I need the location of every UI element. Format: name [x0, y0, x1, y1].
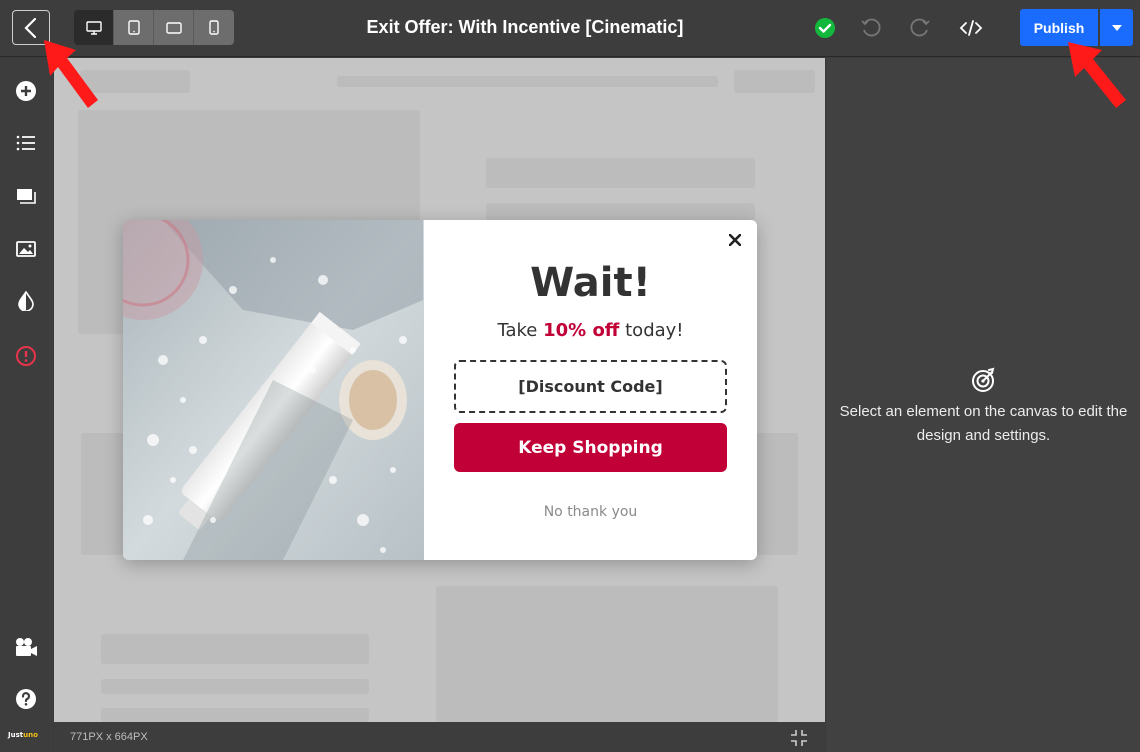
status-bar: 771PX x 664PX [54, 722, 825, 752]
offer-highlight: 10% off [543, 320, 620, 341]
desktop-icon [85, 20, 102, 35]
check-circle-icon [815, 18, 835, 38]
brand-logo: Justuno [8, 731, 38, 739]
tablet-landscape-icon [165, 21, 182, 34]
add-icon [16, 81, 36, 101]
code-button[interactable] [957, 14, 985, 42]
close-button[interactable] [725, 230, 745, 250]
collapse-button[interactable] [790, 729, 808, 747]
video-tutorial-button[interactable] [13, 634, 39, 660]
no-thanks-link[interactable]: No thank you [424, 504, 757, 520]
offer-prefix: Take [497, 320, 544, 341]
left-sidebar: Justuno [0, 58, 53, 752]
layers-icon [16, 135, 35, 151]
mobile-icon [209, 20, 219, 35]
target-icon [971, 367, 997, 393]
annotation-arrow-icon [1068, 42, 1126, 108]
collapse-icon [791, 730, 807, 746]
templates-icon [17, 189, 36, 204]
top-bar: Exit Offer: With Incentive [Cinematic] P… [0, 0, 1140, 57]
undo-button[interactable] [857, 14, 885, 42]
theme-button[interactable] [13, 288, 39, 314]
offer-suffix: today! [619, 320, 684, 341]
product-image[interactable] [123, 220, 424, 560]
saved-status-icon [811, 14, 839, 42]
tablet-landscape-view-button[interactable] [154, 10, 194, 45]
exit-offer-popup[interactable]: Wait! Take 10% off today! [Discount Code… [123, 220, 757, 560]
templates-button[interactable] [13, 183, 39, 209]
mobile-view-button[interactable] [194, 10, 234, 45]
alert-icon [16, 346, 36, 366]
keep-shopping-button[interactable]: Keep Shopping [454, 423, 727, 472]
code-icon [959, 20, 983, 36]
help-icon [16, 689, 36, 709]
close-icon [729, 234, 741, 246]
image-icon [16, 241, 36, 257]
popup-headline[interactable]: Wait! [424, 260, 757, 306]
popup-offer-text[interactable]: Take 10% off today! [424, 320, 757, 341]
settings-panel: Select an element on the canvas to edit … [826, 58, 1140, 752]
canvas-size-text: 771PX x 664PX [70, 731, 148, 743]
tablet-view-button[interactable] [114, 10, 154, 45]
page-title: Exit Offer: With Incentive [Cinematic] [366, 17, 684, 37]
empty-selection-message: Select an element on the canvas to edit … [839, 403, 1128, 444]
redo-icon [910, 18, 930, 37]
theme-icon [18, 291, 34, 311]
layers-button[interactable] [13, 130, 39, 156]
chevron-left-icon [24, 17, 37, 38]
product-photo-image [123, 220, 424, 560]
annotation-arrow-icon [44, 40, 98, 108]
target-icon-svg [972, 367, 995, 392]
undo-icon [861, 18, 881, 37]
popup-content: Wait! Take 10% off today! [Discount Code… [424, 220, 757, 560]
discount-code-box[interactable]: [Discount Code] [454, 360, 727, 413]
video-icon [16, 638, 37, 656]
redo-button[interactable] [906, 14, 934, 42]
help-button[interactable] [13, 686, 39, 712]
issues-button[interactable] [13, 343, 39, 369]
add-element-button[interactable] [13, 78, 39, 104]
caret-down-icon [1111, 24, 1122, 31]
images-button[interactable] [13, 236, 39, 262]
tablet-icon [127, 20, 140, 35]
